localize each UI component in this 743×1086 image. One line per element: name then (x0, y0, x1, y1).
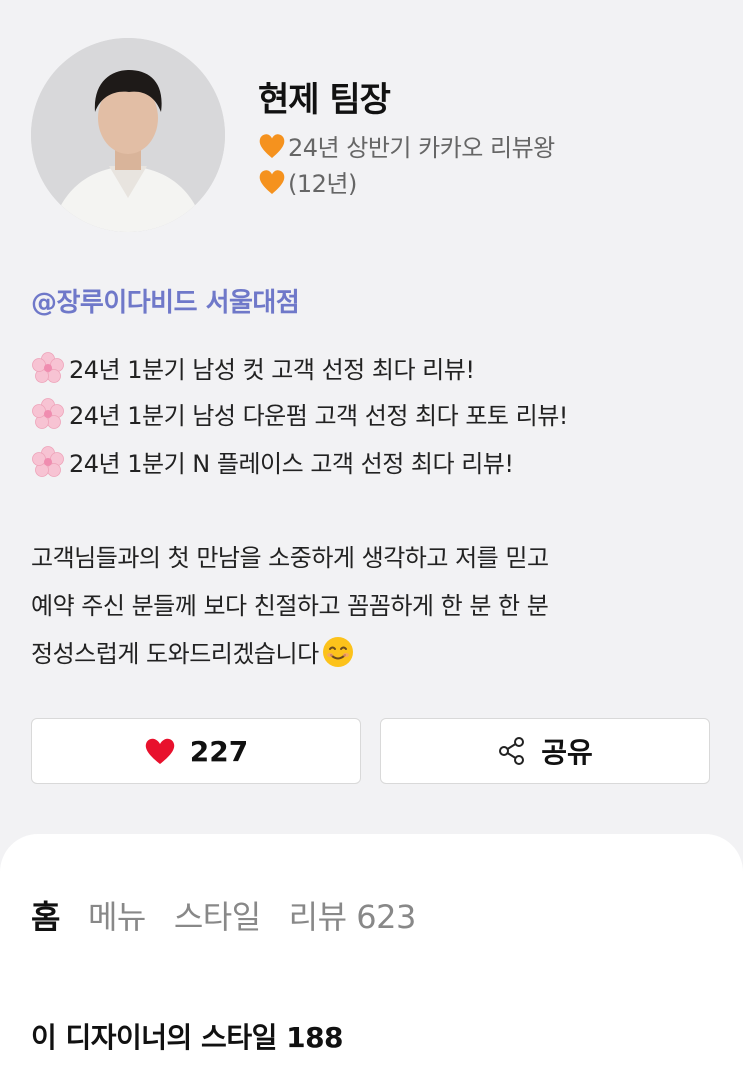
intro-line: 24년 1분기 남성 컷 고객 선정 최다 리뷰! (31, 350, 475, 385)
cherry-blossom-icon (32, 351, 64, 383)
intro-text: 24년 1분기 남성 컷 고객 선정 최다 리뷰! (69, 356, 475, 384)
like-button[interactable]: 227 (31, 718, 361, 784)
heart-icon (145, 738, 174, 764)
description-line: 정성스럽게 도와드리겠습니다 (31, 634, 355, 669)
tab-style[interactable]: 스타일 (174, 892, 261, 938)
intro-text: 24년 1분기 N 플레이스 고객 선정 최다 리뷰! (69, 450, 514, 478)
designer-name: 현제 팀장 (258, 80, 391, 120)
smiling-face-icon (322, 636, 353, 667)
description-text: 정성스럽게 도와드리겠습니다 (31, 640, 319, 668)
tab-menu[interactable]: 메뉴 (88, 892, 146, 938)
cherry-blossom-icon (32, 445, 64, 477)
tab-label: 홈 (31, 898, 60, 936)
share-button[interactable]: 공유 (380, 718, 710, 784)
content-sheet: 홈 메뉴 스타일 리뷰 623 이 디자이너의 스타일 188 (0, 834, 743, 1086)
badge-text-award: 24년 상반기 카카오 리뷰왕 (288, 134, 555, 162)
orange-heart-icon (259, 169, 285, 194)
description-line: 고객님들과의 첫 만남을 소중하게 생각하고 저를 믿고 (31, 544, 549, 572)
badge-line-award: 24년 상반기 카카오 리뷰왕 (258, 128, 555, 163)
style-section-title: 이 디자이너의 스타일 188 (31, 1021, 344, 1054)
tab-review[interactable]: 리뷰 623 (289, 892, 417, 938)
shop-link[interactable]: @장루이다비드 서울대점 (31, 282, 300, 319)
share-label: 공유 (541, 736, 593, 769)
cherry-blossom-icon (32, 397, 64, 429)
like-count: 227 (189, 734, 249, 768)
share-icon (499, 737, 525, 765)
badge-line-years: (12년) (258, 164, 357, 199)
tab-bar: 홈 메뉴 스타일 리뷰 623 (29, 892, 417, 944)
tab-home[interactable]: 홈 (29, 892, 62, 944)
badge-text-years: (12년) (288, 170, 357, 198)
intro-line: 24년 1분기 남성 다운펌 고객 선정 최다 포토 리뷰! (31, 396, 568, 431)
description-line: 예약 주신 분들께 보다 친절하고 꼼꼼하게 한 분 한 분 (31, 592, 549, 620)
intro-line: 24년 1분기 N 플레이스 고객 선정 최다 리뷰! (31, 444, 514, 479)
profile-avatar (31, 38, 225, 232)
intro-text: 24년 1분기 남성 다운펌 고객 선정 최다 포토 리뷰! (69, 402, 568, 430)
orange-heart-icon (259, 133, 285, 158)
